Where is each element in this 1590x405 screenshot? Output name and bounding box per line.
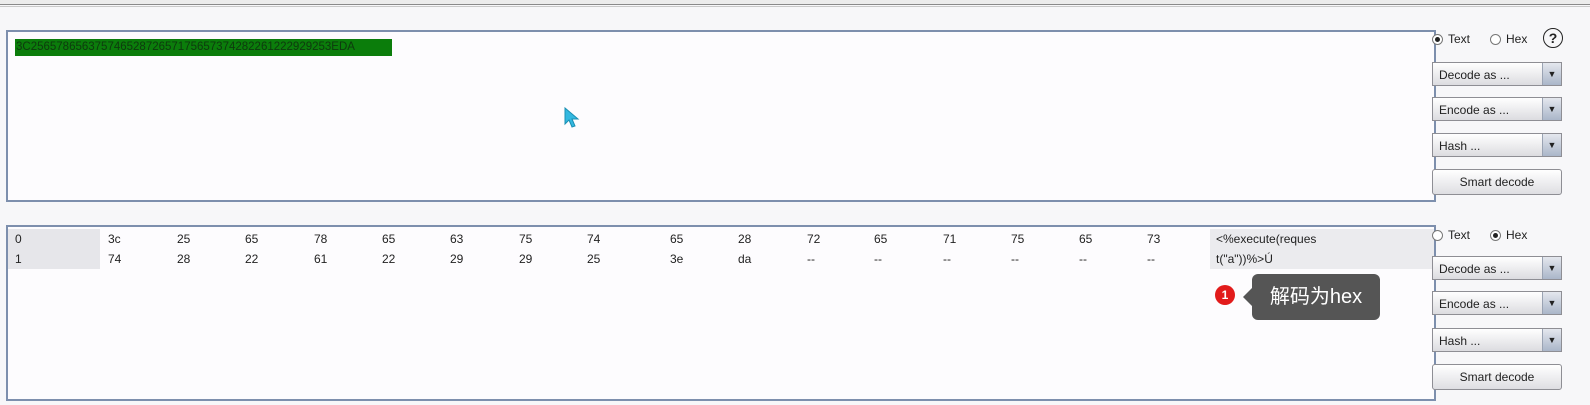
hex-byte[interactable]: -- bbox=[874, 252, 882, 266]
hex-byte[interactable]: 3e bbox=[670, 252, 683, 266]
hex-byte[interactable]: 72 bbox=[807, 232, 820, 246]
chevron-down-icon: ▼ bbox=[1542, 63, 1561, 85]
chevron-down-icon: ▼ bbox=[1542, 98, 1561, 120]
smart-decode-button[interactable]: Smart decode bbox=[1432, 364, 1562, 390]
hex-byte[interactable]: 22 bbox=[245, 252, 258, 266]
hex-byte[interactable]: 63 bbox=[450, 232, 463, 246]
radio-unselected-icon bbox=[1432, 229, 1443, 241]
row-offset: 0 bbox=[8, 229, 100, 249]
hex-byte[interactable]: -- bbox=[1011, 252, 1019, 266]
hex-byte[interactable]: 75 bbox=[519, 232, 532, 246]
radio-unselected-icon bbox=[1490, 33, 1501, 45]
hex-byte[interactable]: 65 bbox=[874, 232, 887, 246]
view-mode-radios: Text Hex ? bbox=[1432, 28, 1563, 50]
hex-byte[interactable]: 61 bbox=[314, 252, 327, 266]
output-controls: Text Hex Decode as ... ▼ Encode as ... ▼… bbox=[1432, 224, 1562, 390]
input-text-area[interactable]: 3C25657865637574652872657175657374282261… bbox=[6, 30, 1436, 202]
hex-byte[interactable]: 28 bbox=[177, 252, 190, 266]
chevron-down-icon: ▼ bbox=[1542, 257, 1561, 279]
hex-byte[interactable]: 25 bbox=[587, 252, 600, 266]
hex-byte[interactable]: 78 bbox=[314, 232, 327, 246]
hex-byte[interactable]: 75 bbox=[1011, 232, 1024, 246]
row-offset: 1 bbox=[8, 249, 100, 269]
hex-byte[interactable]: 71 bbox=[943, 232, 956, 246]
hash-dropdown[interactable]: Hash ... ▼ bbox=[1432, 133, 1562, 157]
hex-byte[interactable]: 65 bbox=[245, 232, 258, 246]
hex-byte[interactable]: 29 bbox=[519, 252, 532, 266]
chevron-down-icon: ▼ bbox=[1542, 329, 1561, 351]
text-radio[interactable]: Text bbox=[1432, 32, 1470, 46]
input-controls: Text Hex ? Decode as ... ▼ Encode as ...… bbox=[1432, 28, 1563, 195]
hex-radio[interactable]: Hex bbox=[1490, 32, 1527, 46]
radio-selected-icon bbox=[1490, 229, 1501, 241]
hex-output-view[interactable]: 0 3c 25 65 78 65 63 75 74 65 28 72 65 71… bbox=[6, 225, 1436, 401]
hex-radio[interactable]: Hex bbox=[1490, 228, 1527, 242]
chevron-down-icon: ▼ bbox=[1542, 134, 1561, 156]
view-mode-radios: Text Hex bbox=[1432, 224, 1562, 246]
hex-byte[interactable]: 73 bbox=[1147, 232, 1160, 246]
decode-as-dropdown[interactable]: Decode as ... ▼ bbox=[1432, 62, 1562, 86]
hex-byte[interactable]: 65 bbox=[382, 232, 395, 246]
hex-byte[interactable]: 25 bbox=[177, 232, 190, 246]
hex-row[interactable]: 1 74 28 22 61 22 29 29 25 3e da -- -- --… bbox=[8, 249, 1434, 269]
ascii-text[interactable]: t("a"))%>Ú bbox=[1216, 252, 1273, 266]
encode-as-dropdown[interactable]: Encode as ... ▼ bbox=[1432, 291, 1562, 315]
hex-byte[interactable]: 29 bbox=[450, 252, 463, 266]
mouse-cursor-icon bbox=[564, 107, 580, 128]
help-icon[interactable]: ? bbox=[1543, 28, 1563, 48]
text-radio[interactable]: Text bbox=[1432, 228, 1470, 242]
hex-byte[interactable]: 22 bbox=[382, 252, 395, 266]
encode-as-dropdown[interactable]: Encode as ... ▼ bbox=[1432, 97, 1562, 121]
chevron-down-icon: ▼ bbox=[1542, 292, 1561, 314]
selected-input-text[interactable]: 3C25657865637574652872657175657374282261… bbox=[15, 39, 392, 56]
hex-byte[interactable]: -- bbox=[1147, 252, 1155, 266]
hex-byte[interactable]: -- bbox=[943, 252, 951, 266]
hex-byte[interactable]: 74 bbox=[587, 232, 600, 246]
smart-decode-button[interactable]: Smart decode bbox=[1432, 169, 1562, 195]
hex-byte[interactable]: 74 bbox=[108, 252, 121, 266]
decode-as-dropdown[interactable]: Decode as ... ▼ bbox=[1432, 256, 1562, 280]
hex-byte[interactable]: 65 bbox=[1079, 232, 1092, 246]
hash-dropdown[interactable]: Hash ... ▼ bbox=[1432, 328, 1562, 352]
hex-byte[interactable]: -- bbox=[807, 252, 815, 266]
annotation-tooltip: 解码为hex bbox=[1243, 274, 1380, 320]
ascii-text[interactable]: <%execute(reques bbox=[1216, 232, 1316, 246]
hex-byte[interactable]: 3c bbox=[108, 232, 121, 246]
hex-byte[interactable]: 28 bbox=[738, 232, 751, 246]
hex-row[interactable]: 0 3c 25 65 78 65 63 75 74 65 28 72 65 71… bbox=[8, 229, 1434, 249]
window-top-edge bbox=[0, 0, 1590, 5]
window-top-divider bbox=[0, 6, 1590, 7]
step-badge: 1 bbox=[1215, 285, 1235, 305]
hex-byte[interactable]: -- bbox=[1079, 252, 1087, 266]
hex-byte[interactable]: da bbox=[738, 252, 751, 266]
hex-byte[interactable]: 65 bbox=[670, 232, 683, 246]
radio-selected-icon bbox=[1432, 33, 1443, 45]
